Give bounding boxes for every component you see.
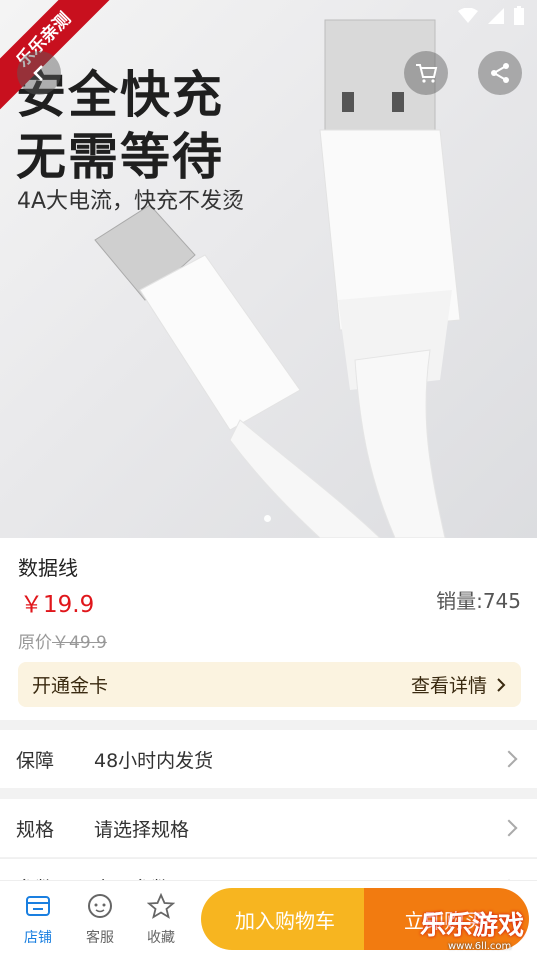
tab-favorite[interactable]: 收藏 (136, 892, 186, 947)
watermark-logo: 乐乐游戏 (420, 911, 525, 941)
row-value: 48小时内发货 (94, 749, 214, 772)
original-price-label: 原价 (18, 633, 52, 653)
sales-count: 销量:745 (436, 589, 521, 613)
carousel-indicator (264, 515, 271, 522)
status-bar-icons (457, 6, 525, 26)
share-button[interactable] (478, 51, 522, 95)
store-icon (26, 896, 50, 916)
add-to-cart-button[interactable]: 加入购物车 (201, 888, 369, 950)
row-guarantee[interactable]: 保障 48小时内发货 (0, 730, 537, 788)
cart-button[interactable] (404, 51, 448, 95)
shopping-cart-icon (416, 64, 438, 83)
hero-subtitle: 4A大电流，快充不发烫 (17, 189, 245, 214)
gold-card-action: 查看详情 (410, 675, 487, 697)
gold-card-banner[interactable]: 开通金卡 查看详情 (18, 662, 521, 707)
watermark-url: www.6ll.com (448, 941, 512, 952)
chevron-right-icon (500, 819, 518, 837)
signal-icon (488, 8, 504, 24)
tab-customer-service-label: 客服 (86, 930, 114, 946)
tab-favorite-label: 收藏 (147, 930, 175, 946)
chevron-right-icon (497, 677, 506, 692)
product-price: ￥19.9 (20, 592, 95, 618)
back-button[interactable] (17, 51, 61, 95)
product-name: 数据线 (18, 556, 78, 580)
hero-title-line2: 无需等待 (16, 128, 224, 186)
battery-icon (514, 6, 524, 25)
share-icon (491, 63, 509, 83)
original-price-value: ￥49.9 (52, 633, 107, 653)
original-price: 原价￥49.9 (18, 628, 107, 653)
tab-customer-service[interactable]: 客服 (75, 893, 125, 947)
tab-store-label: 店铺 (24, 930, 52, 946)
product-info-panel: 数据线 ￥19.9 销量:745 原价￥49.9 开通金卡 查看详情 (0, 538, 537, 720)
gold-card-label: 开通金卡 (32, 675, 109, 697)
tab-store[interactable]: 店铺 (13, 893, 63, 947)
chevron-right-icon (500, 750, 518, 768)
customer-service-icon (88, 894, 112, 918)
row-key: 保障 (16, 749, 55, 772)
row-specification[interactable]: 规格 请选择规格 (0, 799, 537, 857)
row-value: 请选择规格 (94, 818, 190, 841)
wifi-icon (458, 8, 478, 23)
row-key: 规格 (16, 818, 55, 841)
product-detail-page: 安全快充 无需等待 4A大电流，快充不发烫 乐乐亲测 数据线 ￥19.9 销量:… (0, 0, 537, 956)
star-icon (146, 892, 176, 919)
back-arrow-icon (33, 65, 43, 81)
gold-card-details-link[interactable]: 查看详情 (411, 671, 507, 698)
product-image-carousel[interactable]: 安全快充 无需等待 4A大电流，快充不发烫 (0, 0, 537, 538)
